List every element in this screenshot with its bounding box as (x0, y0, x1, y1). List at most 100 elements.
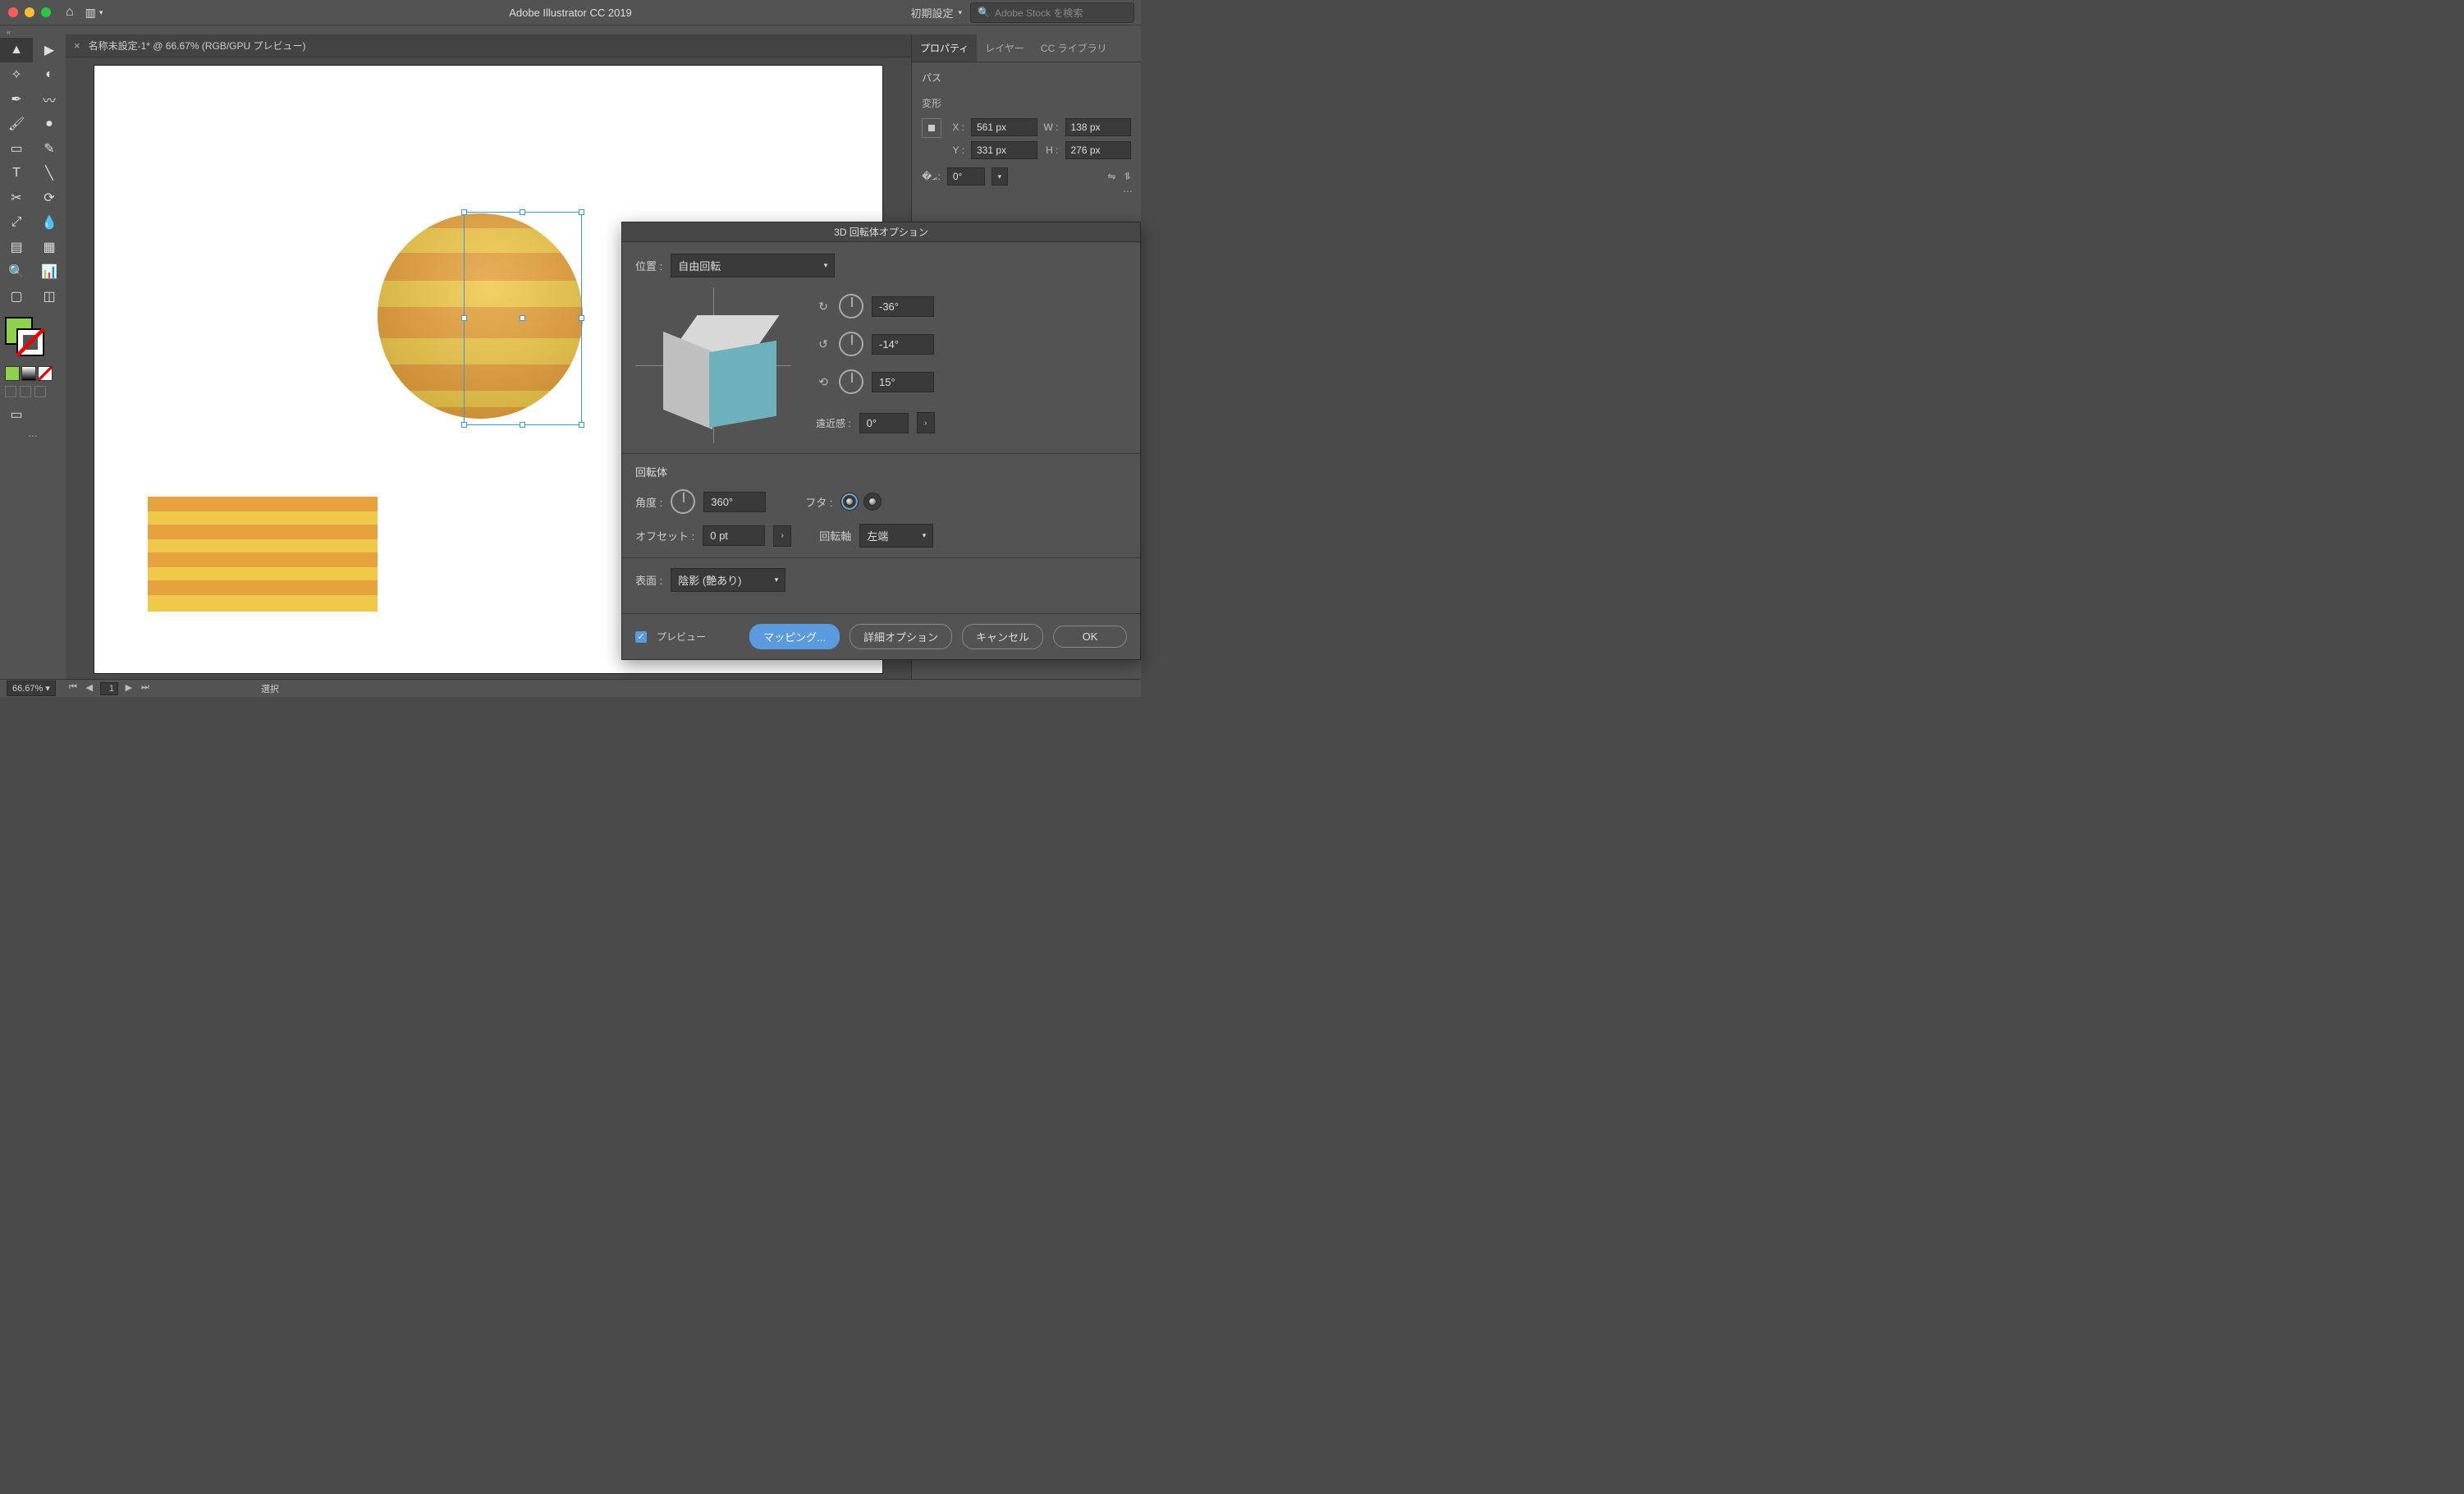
draw-behind-icon[interactable] (20, 386, 31, 397)
mesh-tool[interactable]: ▦ (33, 235, 66, 259)
rotate-z-input[interactable]: 15° (872, 372, 934, 392)
search-icon: 🔍 (978, 7, 990, 18)
more-options-button[interactable]: 詳細オプション (850, 624, 952, 649)
ok-button[interactable]: OK (1053, 626, 1127, 648)
position-dropdown[interactable]: 自由回転▾ (671, 254, 835, 277)
striped-rectangle-artwork[interactable] (148, 497, 378, 612)
pen-tool[interactable]: ✒ (0, 87, 33, 112)
preset-label: 初期設定 (910, 5, 953, 21)
blob-brush-tool[interactable]: ● (33, 112, 66, 136)
scissors-tool[interactable]: ✂ (0, 186, 33, 210)
panel-tabs: プロパティ レイヤー CC ライブラリ (912, 34, 1141, 62)
screen-mode-row (5, 386, 61, 397)
document-tab-label: 名称未設定-1* @ 66.67% (RGB/GPU プレビュー) (89, 39, 306, 53)
artboard-tool[interactable]: ▢ (0, 284, 33, 309)
maximize-window-button[interactable] (41, 7, 51, 17)
curvature-tool[interactable]: 〰 (33, 87, 66, 112)
w-label: W : (1044, 121, 1059, 133)
x-label: X : (950, 121, 964, 133)
h-input[interactable]: 276 px (1065, 141, 1132, 159)
rotate-tool[interactable]: ⟳ (33, 186, 66, 210)
fill-stroke-swatch[interactable] (5, 317, 46, 358)
zoom-dropdown[interactable]: 66.67% ▾ (7, 681, 56, 696)
y-input[interactable]: 331 px (971, 141, 1037, 159)
gradient-tool[interactable]: ▤ (0, 235, 33, 259)
preview-checkbox[interactable]: ✓ (635, 631, 647, 643)
offset-input[interactable]: 0 pt (703, 525, 765, 546)
tab-layers[interactable]: レイヤー (977, 34, 1033, 62)
rotation-cube-preview[interactable] (635, 287, 791, 443)
selection-bounds[interactable] (464, 212, 582, 425)
rotate-x-input[interactable]: -36° (872, 296, 934, 317)
first-artboard-button[interactable]: ⏮ (67, 682, 79, 695)
w-input[interactable]: 138 px (1065, 118, 1132, 136)
status-bar: 66.67% ▾ ⏮ ◀ 1 ▶ ⏭ 選択 (0, 679, 1141, 697)
line-tool[interactable]: ╲ (33, 161, 66, 186)
close-window-button[interactable] (8, 7, 18, 17)
revolve-angle-input[interactable]: 360° (703, 492, 766, 512)
minimize-window-button[interactable] (25, 7, 34, 17)
type-tool[interactable]: T (0, 161, 33, 186)
stock-search-input[interactable]: 🔍 Adobe Stock を検索 (970, 2, 1134, 23)
cap-off-button[interactable] (863, 493, 882, 511)
angle-dropdown[interactable]: ▾ (992, 167, 1008, 186)
cancel-button[interactable]: キャンセル (962, 624, 1043, 649)
workspace-switcher[interactable]: ▥ ▾ (85, 6, 103, 20)
mapping-button[interactable]: マッピング... (749, 624, 840, 649)
cap-on-button[interactable] (840, 493, 859, 511)
color-gradient-icon[interactable] (21, 366, 36, 381)
direct-selection-tool[interactable]: ▶ (33, 38, 66, 62)
reference-point-selector[interactable] (922, 118, 941, 138)
angle-input[interactable]: 0° (947, 167, 985, 186)
offset-stepper[interactable]: › (773, 525, 791, 547)
x-input[interactable]: 561 px (971, 118, 1037, 136)
revolve-angle-dial[interactable] (671, 489, 695, 514)
artboard-number-input[interactable]: 1 (100, 682, 118, 695)
app-title: Adobe Illustrator CC 2019 (509, 7, 632, 19)
home-icon[interactable]: ⌂ (66, 5, 74, 20)
revolve-options-dialog: 3D 回転体オプション 位置 : 自由回転▾ ↻ -36° (621, 222, 1141, 660)
rotate-y-dial[interactable] (839, 332, 863, 356)
rotate-z-dial[interactable] (839, 369, 863, 394)
selection-tool[interactable]: ▲ (0, 38, 33, 62)
zoom-tool[interactable]: 🔍 (0, 259, 33, 284)
color-mode-row (5, 366, 66, 381)
edit-toolbar-button[interactable]: ⋯ (0, 430, 66, 442)
color-none-icon[interactable] (38, 366, 53, 381)
graph-tool[interactable]: 📊 (33, 259, 66, 284)
slice-tool[interactable]: ◫ (33, 284, 66, 309)
pencil-tool[interactable]: ✎ (33, 136, 66, 161)
transform-section-label: 変形 (922, 96, 1131, 110)
artboard-nav: ⏮ ◀ 1 ▶ ⏭ (67, 682, 151, 695)
control-bar: « (0, 25, 1141, 34)
rectangle-tool[interactable]: ▭ (0, 136, 33, 161)
next-artboard-button[interactable]: ▶ (123, 682, 135, 695)
more-options-icon[interactable]: ⋯ (1123, 186, 1134, 197)
lasso-tool[interactable]: ◐ (33, 62, 66, 87)
tab-cc-libraries[interactable]: CC ライブラリ (1033, 34, 1115, 62)
screen-mode-button[interactable]: ▭ (0, 402, 33, 427)
cap-toggle (840, 493, 882, 511)
workspace-preset-dropdown[interactable]: 初期設定 ▾ (910, 5, 962, 21)
last-artboard-button[interactable]: ⏭ (140, 682, 151, 695)
color-solid-icon[interactable] (5, 366, 20, 381)
perspective-input[interactable]: 0° (859, 413, 909, 433)
axis-dropdown[interactable]: 左端▾ (859, 524, 933, 548)
prev-artboard-button[interactable]: ◀ (84, 682, 95, 695)
document-tab[interactable]: × 名称未設定-1* @ 66.67% (RGB/GPU プレビュー) (66, 34, 911, 57)
rotate-y-input[interactable]: -14° (872, 334, 934, 355)
flip-horizontal-icon[interactable]: ⇋ (1107, 171, 1115, 183)
tab-properties[interactable]: プロパティ (912, 34, 977, 62)
draw-inside-icon[interactable] (34, 386, 46, 397)
rotate-x-dial[interactable] (839, 294, 863, 319)
scale-tool[interactable]: ⤢ (0, 210, 33, 235)
perspective-label: 遠近感 : (816, 416, 851, 430)
draw-normal-icon[interactable] (5, 386, 16, 397)
paintbrush-tool[interactable]: 🖌 (0, 112, 33, 136)
surface-dropdown[interactable]: 陰影 (艶あり)▾ (671, 568, 785, 592)
eyedropper-tool[interactable]: 💧 (33, 210, 66, 235)
perspective-stepper[interactable]: › (917, 412, 935, 433)
close-tab-icon[interactable]: × (74, 39, 80, 52)
flip-vertical-icon[interactable]: ⥮ (1124, 171, 1131, 183)
magic-wand-tool[interactable]: ✧ (0, 62, 33, 87)
